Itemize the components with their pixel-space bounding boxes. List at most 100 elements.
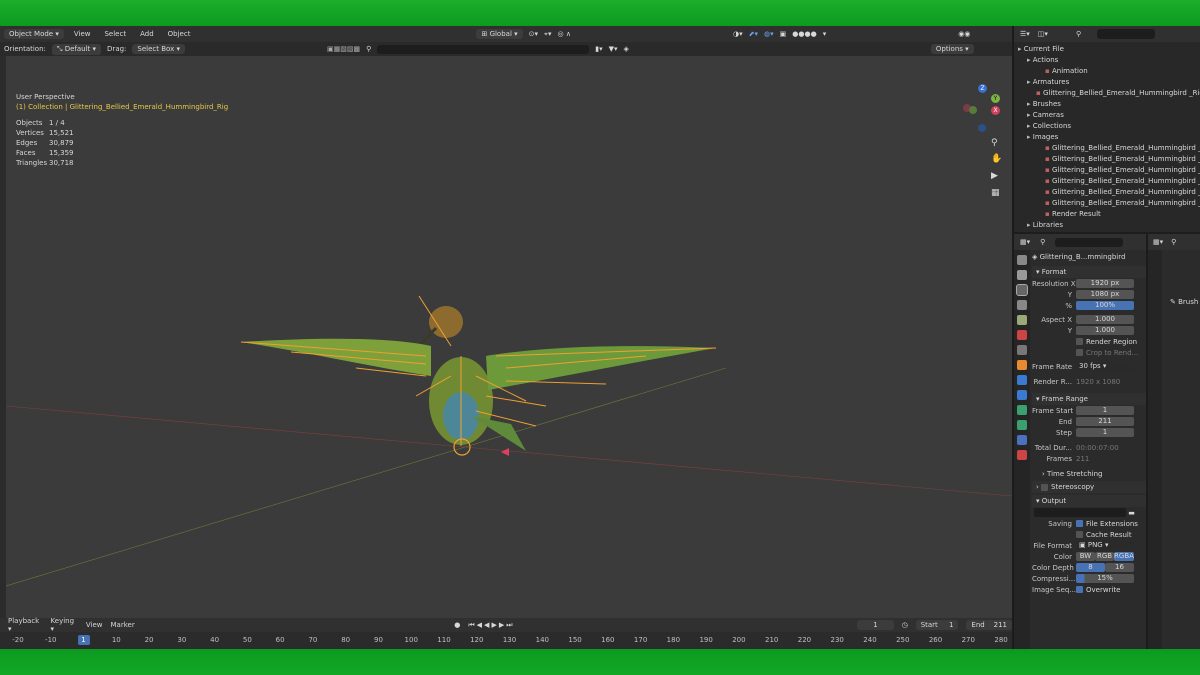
outliner-item[interactable]: ▸ Collections (1014, 121, 1200, 132)
options-button[interactable]: Options ▾ (930, 44, 974, 54)
cache-result-checkbox[interactable] (1076, 531, 1083, 538)
constraints-tab-icon[interactable] (1017, 420, 1027, 430)
collection-tab-icon[interactable] (1017, 345, 1027, 355)
shading-solid-icon[interactable]: ●●●● (792, 30, 816, 38)
output-section-header[interactable]: ▾ Output (1032, 495, 1146, 507)
outliner-item[interactable]: ▪ Render Result (1014, 209, 1200, 220)
outliner-item[interactable]: ▸ Armatures (1014, 77, 1200, 88)
timeline-ruler[interactable]: -20 -10 1 10 20 30 40 50 60 70 80 90 100 110 120 130 140… (0, 632, 1012, 649)
current-frame-field[interactable]: 1 (857, 620, 894, 630)
pan-icon[interactable]: ✋ (991, 154, 1002, 164)
camera-icon[interactable]: ▶ (991, 171, 998, 181)
outliner-item[interactable]: ▪ Glittering_Bellied_Emerald_Hummingbird… (1014, 165, 1200, 176)
render-region-checkbox[interactable] (1076, 338, 1083, 345)
gizmo-toggle-icon[interactable]: ⬈▾ (749, 30, 758, 38)
mode-dropdown[interactable]: Object Mode ▾ (4, 29, 64, 39)
outliner-item[interactable]: ▸ Actions (1014, 55, 1200, 66)
scene-tab-icon[interactable] (1017, 315, 1027, 325)
end-frame-field[interactable]: End 211 (966, 620, 1012, 630)
start-frame-field[interactable]: Start 1 (915, 620, 959, 630)
outliner-item[interactable]: ▸ Brushes (1014, 99, 1200, 110)
gizmo-neg-y[interactable] (969, 106, 977, 114)
outliner-item[interactable]: ▸ Images (1014, 132, 1200, 143)
menu-view[interactable]: View (70, 29, 95, 39)
clock-icon[interactable]: ◷ (902, 621, 908, 629)
menu-select[interactable]: Select (100, 29, 130, 39)
material-tab-icon[interactable] (1017, 450, 1027, 460)
view-layer-tab-icon[interactable] (1017, 300, 1027, 310)
editor-type-icon[interactable]: ▦▾ (1020, 238, 1030, 246)
transform-orientation-dropdown[interactable]: ⊞ Global ▾ (476, 29, 523, 39)
menu-playback[interactable]: Playback ▾ (8, 617, 43, 633)
xray-icon[interactable]: ▣ (780, 30, 787, 38)
menu-keying[interactable]: Keying ▾ (51, 617, 78, 633)
bookmark-icon[interactable]: ▮▾ (595, 45, 602, 53)
zoom-icon[interactable]: ⚲ (991, 138, 998, 148)
stereoscopy-checkbox[interactable] (1041, 483, 1049, 491)
time-stretching-row[interactable]: › Time Stretching (1032, 468, 1146, 479)
compression-slider[interactable]: 15% (1076, 574, 1134, 583)
world-tab-icon[interactable] (1017, 330, 1027, 340)
snap-icon[interactable]: ⌖▾ (544, 30, 551, 39)
playback-controls[interactable]: ⏮◀◀▶▶⏭ (468, 621, 514, 630)
grid-icon[interactable]: ▦ (991, 188, 1000, 198)
data-tab-icon[interactable] (1017, 435, 1027, 445)
gizmo-y-axis[interactable]: Y (991, 94, 1000, 103)
resolution-pct-field[interactable]: 100% (1076, 301, 1134, 310)
outliner-item[interactable]: ▪ Glittering_Bellied_Emerald_Hummingbird… (1014, 198, 1200, 209)
frame-end-field[interactable]: 211 (1076, 417, 1134, 426)
outliner-item[interactable]: ▪ Glittering_Bellied_Emerald_Hummingbird… (1014, 176, 1200, 187)
gizmo-neg-z[interactable] (978, 124, 986, 132)
3d-viewport[interactable]: User Perspective (1) Collection | Glitte… (6, 56, 1012, 618)
file-format-dropdown[interactable]: ▣ PNG ▾ (1076, 541, 1134, 550)
output-tab-icon[interactable] (1016, 284, 1028, 296)
pivot-icon[interactable]: ⊙▾ (529, 30, 538, 38)
viewport-search-input[interactable] (377, 44, 590, 54)
gizmo-z-axis[interactable]: Z (978, 84, 987, 93)
outliner-item[interactable]: ▪ Glittering_Bellied_Emerald_Hummingbird… (1014, 143, 1200, 154)
outliner-item[interactable]: ▪ Animation (1014, 66, 1200, 77)
outliner-item[interactable]: ▸ Libraries (1014, 220, 1200, 231)
playhead[interactable]: 1 (77, 635, 90, 645)
navigation-gizmo[interactable]: Z Y X (961, 84, 1001, 136)
menu-view[interactable]: View (86, 621, 103, 629)
editor-type-icon[interactable]: ▦▾ (1153, 238, 1163, 246)
outliner-item[interactable]: ▸ Current File (1014, 44, 1200, 55)
color-rgb-button[interactable]: RGB (1095, 552, 1114, 561)
menu-add[interactable]: Add (136, 29, 158, 39)
folder-icon[interactable]: ▬ (1126, 509, 1135, 517)
file-extensions-checkbox[interactable] (1076, 520, 1083, 527)
display-mode-icon[interactable]: ◫▾ (1038, 30, 1048, 38)
editor-type-icon[interactable]: ☰▾ (1020, 30, 1030, 38)
physics-tab-icon[interactable] (1017, 405, 1027, 415)
outliner-item[interactable]: ▪ Glittering_Bellied_Emerald_Hummingbird… (1014, 154, 1200, 165)
aspect-x-field[interactable]: 1.000 (1076, 315, 1134, 324)
outliner-search-input[interactable] (1097, 29, 1156, 39)
resolution-x-field[interactable]: 1920 px (1076, 279, 1134, 288)
render-tab-icon[interactable] (1017, 270, 1027, 280)
frame-start-field[interactable]: 1 (1076, 406, 1134, 415)
frame-step-field[interactable]: 1 (1076, 428, 1134, 437)
properties-search-input[interactable] (1055, 237, 1124, 247)
frame-range-section-header[interactable]: ▾ Frame Range (1032, 393, 1146, 405)
outliner-item[interactable]: ▸ Cameras (1014, 110, 1200, 121)
depth-16-button[interactable]: 16 (1105, 563, 1134, 572)
depth-8-button[interactable]: 8 (1076, 563, 1105, 572)
outliner-item[interactable]: ▪ Glittering_Bellied_Emerald_Hummingbird… (1014, 187, 1200, 198)
filter-icon[interactable]: ▼▾ (609, 45, 618, 53)
overwrite-checkbox[interactable] (1076, 586, 1083, 593)
modifier-tab-icon[interactable] (1017, 375, 1027, 385)
render-icon[interactable]: ◉◉ (958, 30, 970, 38)
menu-object[interactable]: Object (164, 29, 195, 39)
output-path-input[interactable] (1034, 508, 1126, 517)
shading-dropdown-icon[interactable]: ▾ (823, 30, 827, 38)
color-bw-button[interactable]: BW (1076, 552, 1095, 561)
stereoscopy-section-header[interactable]: › Stereoscopy (1032, 481, 1146, 493)
select-mode-icons[interactable]: ▣▦▧▨▩ (327, 45, 360, 53)
frame-rate-dropdown[interactable]: 30 fps ▾ (1076, 362, 1134, 371)
drag-dropdown[interactable]: Select Box ▾ (132, 44, 185, 54)
shield-icon[interactable]: ◈ (624, 45, 629, 53)
crop-checkbox[interactable] (1076, 349, 1083, 356)
record-icon[interactable]: ● (454, 621, 460, 629)
object-tab-icon[interactable] (1017, 360, 1027, 370)
